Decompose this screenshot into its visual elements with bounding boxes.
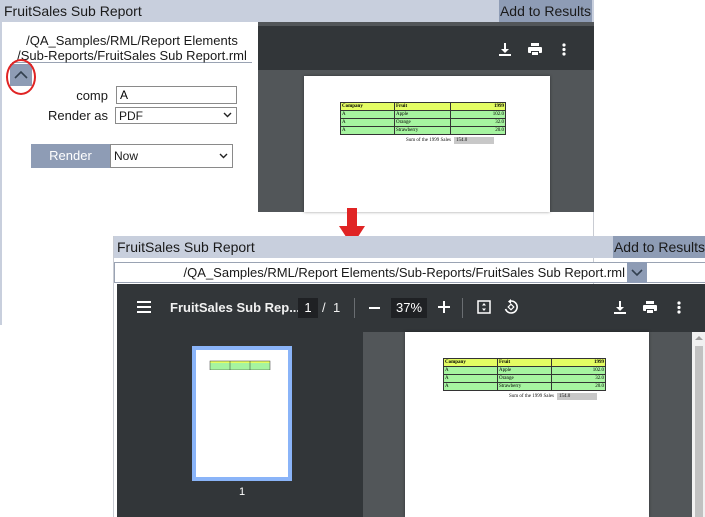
table-row: A Apple 102.0: [340, 110, 506, 119]
table-cell: A: [443, 374, 498, 383]
sum-label: Sum of the 1999 Sales: [509, 394, 554, 399]
table-header: 1999: [450, 102, 506, 111]
bottom-add-to-results-button[interactable]: Add to Results: [613, 236, 705, 258]
scrollbar-thumb[interactable]: [695, 346, 703, 517]
more-vert-icon[interactable]: [562, 43, 566, 56]
table-cell: Apple: [497, 366, 552, 375]
top-add-to-results-button[interactable]: Add to Results: [499, 0, 592, 22]
page-separator: /: [322, 300, 326, 315]
toolbar-divider: [354, 298, 355, 318]
page-thumbnail[interactable]: [192, 346, 292, 481]
bottom-panel-header: FruitSales Sub Report Add to Results: [114, 236, 705, 258]
table-cell: Orange: [497, 374, 552, 383]
zoom-out-icon[interactable]: [369, 307, 380, 309]
bottom-report-path-bar: /QA_Samples/RML/Report Elements/Sub-Repo…: [114, 262, 705, 283]
print-icon[interactable]: [643, 301, 657, 314]
zoom-in-icon[interactable]: [438, 301, 450, 313]
bottom-report-sum: Sum of the 1999 Sales 154.0: [509, 393, 597, 400]
table-row: A Strawberry 20.0: [443, 382, 606, 391]
top-report-path-line2: /Sub-Reports/FruitSales Sub Report.rml: [17, 48, 247, 63]
thumbnail-table-preview: [209, 360, 271, 370]
table-cell: 32.0: [450, 118, 506, 127]
bottom-pdf-viewer: FruitSales Sub Rep... 1 / 1 37% 1 Compan…: [117, 284, 705, 517]
table-cell: 32.0: [551, 374, 606, 383]
sum-value: 154.0: [557, 393, 597, 400]
print-icon[interactable]: [528, 43, 542, 56]
viewer-document-title: FruitSales Sub Rep...: [170, 300, 301, 315]
table-cell: Strawberry: [497, 382, 552, 391]
toolbar-divider: [462, 298, 463, 318]
schedule-select[interactable]: Now: [110, 144, 233, 168]
more-vert-icon[interactable]: [677, 301, 681, 314]
table-cell: A: [443, 382, 498, 391]
menu-icon[interactable]: [137, 301, 151, 313]
table-row: A Strawberry 20.0: [340, 126, 506, 135]
top-report-path: /QA_Samples/RML/Report Elements /Sub-Rep…: [12, 33, 252, 63]
render-as-value: PDF: [119, 109, 143, 123]
chevron-down-icon: [219, 153, 228, 159]
bottom-report-panel: FruitSales Sub Report Add to Results /QA…: [113, 236, 705, 517]
table-cell: A: [340, 126, 395, 135]
sum-label: Sum of the 1999 Sales: [406, 138, 451, 143]
table-header: Fruit: [497, 358, 552, 367]
zoom-level-input[interactable]: 37%: [391, 298, 427, 318]
table-cell: A: [443, 366, 498, 375]
table-cell: 102.0: [551, 366, 606, 375]
table-row: A Apple 102.0: [443, 366, 606, 375]
table-header: Company: [340, 102, 395, 111]
sum-value: 154.0: [454, 137, 494, 144]
thumbnail-page-number: 1: [238, 486, 246, 498]
top-report-sum: Sum of the 1999 Sales 154.0: [406, 137, 494, 144]
render-as-label: Render as: [48, 108, 108, 123]
rotate-icon[interactable]: [503, 299, 519, 315]
annotation-red-circle: [6, 59, 36, 95]
download-icon[interactable]: [614, 301, 626, 314]
total-pages: 1: [333, 300, 341, 315]
top-pdf-viewer: Company Fruit 1999 A Apple 102.0 A Orang…: [258, 22, 594, 212]
table-row: A Orange 32.0: [340, 118, 506, 127]
table-cell: 20.0: [450, 126, 506, 135]
download-icon[interactable]: [499, 43, 511, 56]
expand-parameters-button[interactable]: [627, 262, 647, 283]
render-button[interactable]: Render: [31, 144, 110, 168]
top-report-title: FruitSales Sub Report: [4, 3, 142, 19]
page-number-input[interactable]: 1: [298, 298, 318, 318]
bottom-viewer-toolbar: FruitSales Sub Rep... 1 / 1 37%: [117, 284, 705, 332]
render-as-select[interactable]: PDF: [115, 107, 237, 124]
bottom-report-table: Company Fruit 1999 A Apple 102.0 A Orang…: [443, 358, 606, 391]
schedule-value: Now: [114, 149, 139, 163]
top-report-table: Company Fruit 1999 A Apple 102.0 A Orang…: [340, 102, 506, 135]
top-panel-header: FruitSales Sub Report Add to Results: [0, 0, 594, 22]
comp-label: comp: [76, 88, 108, 103]
fit-page-icon[interactable]: [477, 300, 491, 314]
table-cell: A: [340, 118, 395, 127]
chevron-down-icon: [223, 112, 232, 118]
table-row: A Orange 32.0: [443, 374, 606, 383]
table-cell: 102.0: [450, 110, 506, 119]
chevron-down-icon: [631, 269, 643, 277]
comp-input[interactable]: [116, 86, 237, 104]
bottom-report-title: FruitSales Sub Report: [117, 239, 255, 255]
scroll-up-icon[interactable]: [695, 335, 703, 341]
top-viewer-toolbar: [258, 26, 594, 70]
table-cell: Apple: [394, 110, 451, 119]
table-header: 1999: [551, 358, 606, 367]
table-header: Fruit: [394, 102, 451, 111]
table-header-row: Company Fruit 1999: [340, 102, 506, 111]
table-cell: Strawberry: [394, 126, 451, 135]
bottom-report-path: /QA_Samples/RML/Report Elements/Sub-Repo…: [183, 265, 625, 280]
table-header-row: Company Fruit 1999: [443, 358, 606, 367]
bottom-pdf-page: Company Fruit 1999 A Apple 102.0 A Orang…: [405, 332, 649, 517]
top-report-path-line1: /QA_Samples/RML/Report Elements: [26, 33, 238, 48]
table-cell: 20.0: [551, 382, 606, 391]
table-header: Company: [443, 358, 498, 367]
table-cell: Orange: [394, 118, 451, 127]
table-cell: A: [340, 110, 395, 119]
top-pdf-page: Company Fruit 1999 A Apple 102.0 A Orang…: [304, 76, 550, 212]
